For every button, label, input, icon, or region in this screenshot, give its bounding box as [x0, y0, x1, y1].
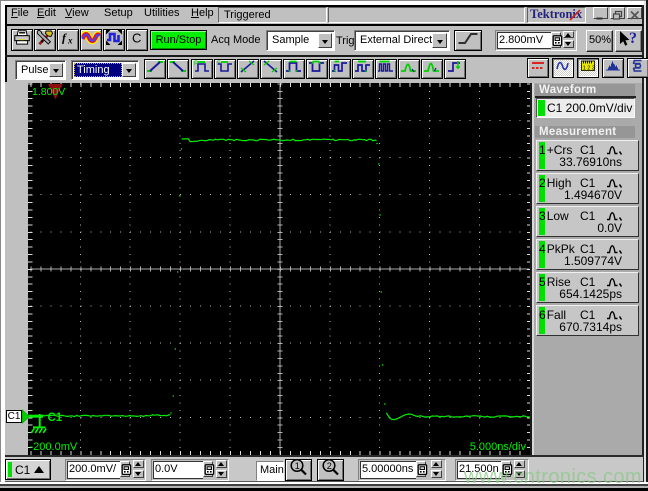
- svg-text:2: 2: [326, 461, 331, 471]
- svg-text:C: C: [132, 31, 141, 46]
- svg-text:1 2 3: 1 2 3: [583, 65, 595, 71]
- svg-text:C1: C1: [48, 412, 63, 424]
- svg-text:?: ?: [629, 30, 637, 47]
- svg-text:-200.0mV: -200.0mV: [30, 441, 78, 453]
- svg-text:x: x: [67, 36, 73, 46]
- svg-text:1.800V: 1.800V: [32, 86, 65, 98]
- svg-text:1: 1: [294, 461, 299, 471]
- svg-text:50%: 50%: [589, 34, 611, 45]
- svg-text:f: f: [62, 31, 67, 45]
- svg-text:5.000ns/div: 5.000ns/div: [470, 441, 527, 453]
